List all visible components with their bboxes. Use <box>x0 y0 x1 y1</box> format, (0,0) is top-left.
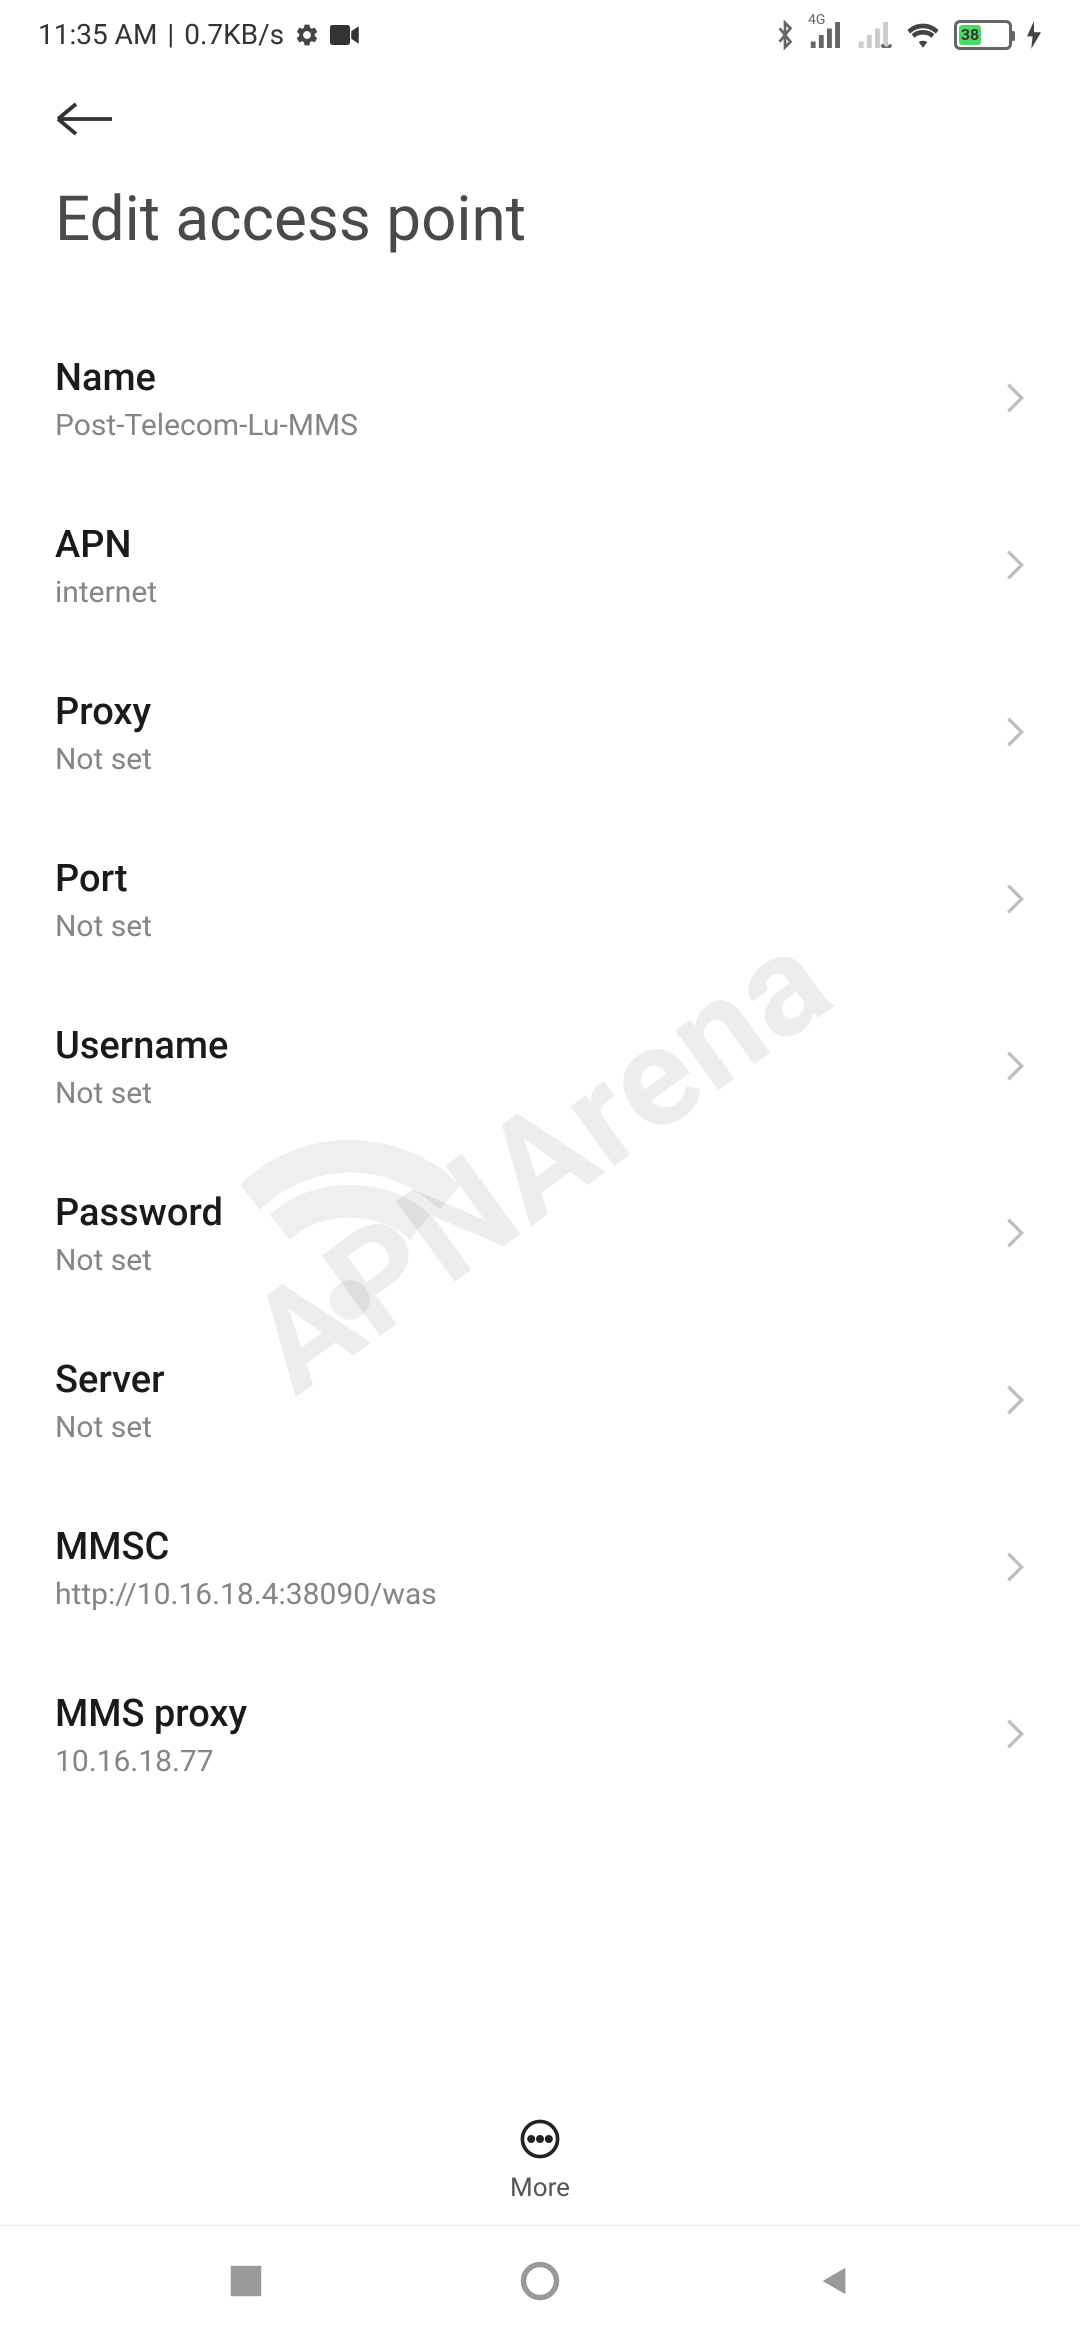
video-icon <box>330 24 360 46</box>
settings-item-server[interactable]: Server Not set <box>55 1318 1025 1485</box>
settings-value: Not set <box>55 742 152 777</box>
settings-item-port[interactable]: Port Not set <box>55 817 1025 984</box>
settings-item-password[interactable]: Password Not set <box>55 1151 1025 1318</box>
settings-label: MMSC <box>55 1525 437 1569</box>
settings-label: APN <box>55 523 157 567</box>
settings-value: Not set <box>55 1243 223 1278</box>
settings-value: Not set <box>55 909 152 944</box>
settings-label: Name <box>55 356 358 400</box>
chevron-right-icon <box>1005 1717 1025 1755</box>
settings-value: http://10.16.18.4:38090/was <box>55 1577 437 1612</box>
settings-value: Not set <box>55 1410 165 1445</box>
settings-label: Password <box>55 1191 223 1235</box>
chevron-right-icon <box>1005 1383 1025 1421</box>
gear-icon <box>294 22 320 48</box>
settings-item-name[interactable]: Name Post-Telecom-Lu-MMS <box>55 316 1025 483</box>
settings-label: Port <box>55 857 152 901</box>
back-button[interactable] <box>0 69 1080 143</box>
bluetooth-icon <box>774 20 796 50</box>
status-separator: | <box>167 18 174 51</box>
more-button[interactable]: More <box>0 2089 1080 2225</box>
nav-back-button[interactable] <box>815 2262 853 2304</box>
status-bar: 11:35 AM | 0.7KB/s 4G 38 <box>0 0 1080 69</box>
status-left: 11:35 AM | 0.7KB/s <box>38 18 360 51</box>
settings-label: Username <box>55 1024 228 1068</box>
settings-value: Post-Telecom-Lu-MMS <box>55 408 358 443</box>
charging-icon <box>1026 21 1042 49</box>
settings-value: 10.16.18.77 <box>55 1744 247 1779</box>
status-right: 4G 38 <box>774 20 1042 50</box>
chevron-right-icon <box>1005 381 1025 419</box>
settings-value: Not set <box>55 1076 228 1111</box>
status-time: 11:35 AM <box>38 18 157 51</box>
battery-percent: 38 <box>959 25 981 45</box>
more-icon <box>518 2117 562 2165</box>
nav-bar <box>0 2225 1080 2340</box>
arrow-left-icon <box>55 99 115 139</box>
page-title: Edit access point <box>0 143 1080 316</box>
wifi-icon <box>906 22 940 48</box>
settings-item-mmsc[interactable]: MMSC http://10.16.18.4:38090/was <box>55 1485 1025 1652</box>
chevron-right-icon <box>1005 548 1025 586</box>
settings-item-username[interactable]: Username Not set <box>55 984 1025 1151</box>
nav-home-button[interactable] <box>518 2259 562 2307</box>
battery-icon: 38 <box>954 20 1012 50</box>
nav-recent-button[interactable] <box>227 2262 265 2304</box>
status-data-rate: 0.7KB/s <box>184 18 284 51</box>
signal-4g-icon: 4G <box>810 22 844 48</box>
chevron-right-icon <box>1005 715 1025 753</box>
chevron-right-icon <box>1005 1550 1025 1588</box>
settings-item-mms-proxy[interactable]: MMS proxy 10.16.18.77 <box>55 1652 1025 1819</box>
chevron-right-icon <box>1005 1216 1025 1254</box>
settings-label: Proxy <box>55 690 152 734</box>
settings-value: internet <box>55 575 157 610</box>
settings-list: Name Post-Telecom-Lu-MMS APN internet Pr… <box>0 316 1080 2176</box>
settings-label: MMS proxy <box>55 1692 247 1736</box>
signal-nosim-icon <box>858 22 892 48</box>
settings-item-proxy[interactable]: Proxy Not set <box>55 650 1025 817</box>
settings-label: Server <box>55 1358 165 1402</box>
chevron-right-icon <box>1005 1049 1025 1087</box>
chevron-right-icon <box>1005 882 1025 920</box>
more-label: More <box>510 2173 570 2203</box>
settings-item-apn[interactable]: APN internet <box>55 483 1025 650</box>
